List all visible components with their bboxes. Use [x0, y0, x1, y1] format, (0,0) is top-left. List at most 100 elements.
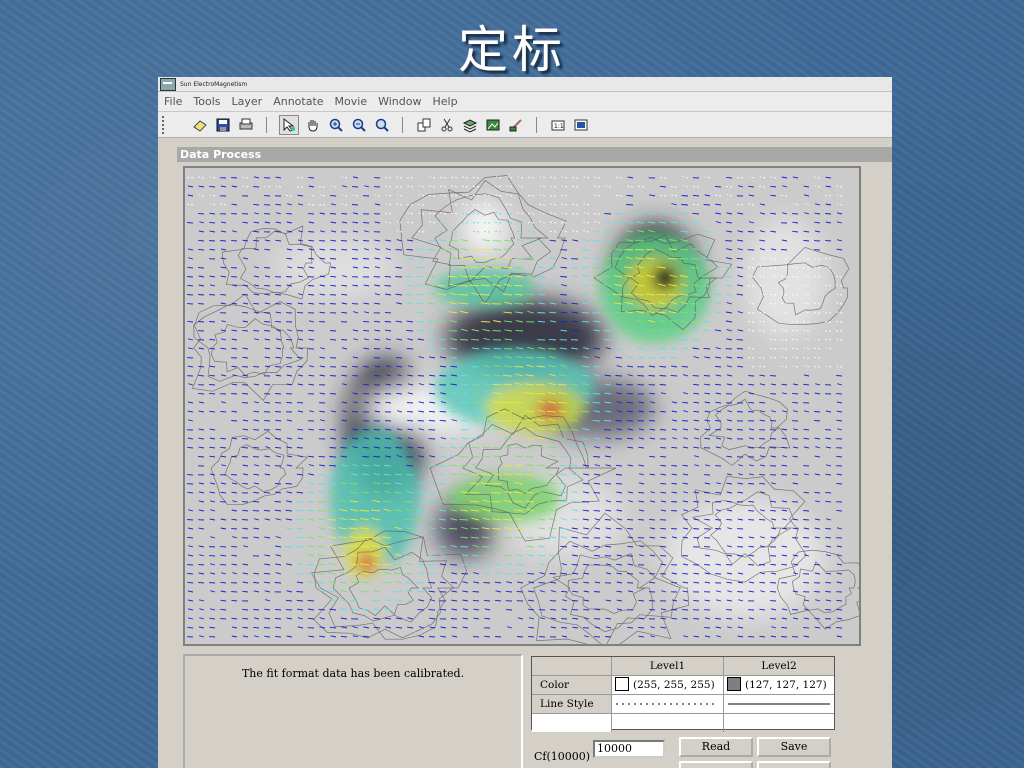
pan-hand-icon[interactable] [304, 116, 322, 134]
vector-arrow [264, 284, 271, 287]
level2-linestyle-cell[interactable] [724, 695, 834, 713]
vector-arrow [669, 347, 678, 350]
vector-arrow [571, 563, 579, 566]
vector-arrow [517, 636, 524, 638]
vector-arrow [352, 411, 359, 413]
copy-icon[interactable] [415, 116, 433, 134]
vector-arrow [253, 366, 260, 368]
vector-arrow [363, 329, 370, 332]
vector-arrow [460, 546, 469, 548]
menu-layer[interactable]: Layer [232, 95, 263, 108]
vector-arrow [330, 258, 337, 260]
color-row: Color (255, 255, 255) (127, 127, 127) [532, 676, 834, 695]
vector-arrow [242, 329, 249, 332]
menu-file[interactable]: File [164, 95, 182, 108]
vector-arrow [405, 582, 414, 584]
vector-arrow [275, 446, 282, 449]
fit-window-icon[interactable] [572, 116, 590, 134]
vector-arrow [318, 455, 326, 458]
vector-arrow [814, 591, 821, 593]
vector-arrow [613, 258, 623, 260]
menu-help[interactable]: Help [432, 95, 457, 108]
vector-arrow [285, 546, 293, 548]
vector-arrow [406, 248, 414, 251]
image-icon[interactable] [484, 116, 502, 134]
level1-linestyle-cell[interactable] [612, 695, 724, 713]
vector-arrow [836, 509, 843, 512]
level2-color-cell[interactable]: (127, 127, 127) [724, 676, 834, 694]
vector-arrow [231, 527, 238, 530]
vector-arrow [264, 330, 271, 332]
vector-arrow [581, 311, 590, 314]
window-titlebar[interactable]: Sun ElectroMagnetism [158, 77, 892, 92]
zoom-out-icon[interactable] [350, 116, 368, 134]
vector-arrow [703, 230, 711, 233]
menu-tools[interactable]: Tools [193, 95, 220, 108]
vector-arrow [560, 276, 568, 278]
select-arrow-icon[interactable] [279, 114, 299, 135]
vector-arrow [458, 293, 469, 296]
vector-arrow [550, 608, 557, 611]
cf-input[interactable]: 10000 [593, 740, 665, 758]
vector-arrow [681, 365, 689, 368]
vector-arrow [286, 276, 293, 278]
menu-movie[interactable]: Movie [335, 95, 368, 108]
partial-button-left[interactable] [679, 761, 753, 768]
vector-arrow [667, 257, 678, 260]
vector-arrow [671, 510, 678, 512]
vector-arrow [330, 338, 337, 341]
eraser-icon[interactable] [191, 116, 209, 134]
level1-color-swatch[interactable] [615, 677, 629, 691]
vector-arrow [231, 177, 238, 179]
vector-arrow [209, 240, 216, 242]
vector-arrow [549, 573, 557, 575]
vector-arrow [525, 302, 535, 305]
toolbar-grip[interactable] [162, 115, 167, 134]
level1-color-cell[interactable]: (255, 255, 255) [612, 676, 724, 694]
one-to-one-icon[interactable]: 1:1 [549, 116, 567, 134]
vector-arrow [469, 257, 480, 260]
vector-arrow [615, 212, 623, 215]
vector-arrow [198, 294, 205, 296]
cut-icon[interactable] [438, 116, 456, 134]
save-button[interactable]: Save [757, 737, 831, 757]
vector-arrow [253, 203, 260, 206]
vector-arrow [593, 456, 601, 458]
level2-color-swatch[interactable] [727, 677, 741, 691]
vector-arrow [495, 636, 502, 638]
vector-arrow [187, 294, 194, 296]
vector-arrow [781, 636, 788, 638]
menu-annotate[interactable]: Annotate [273, 95, 323, 108]
vector-arrow [242, 311, 249, 314]
vector-arrow [231, 393, 238, 395]
magnetogram-plot[interactable] [183, 166, 861, 646]
read-button[interactable]: Read [679, 737, 753, 757]
vector-arrow [384, 321, 392, 323]
vector-arrow [349, 492, 359, 494]
vector-arrow [536, 492, 546, 494]
save-icon[interactable] [214, 116, 232, 134]
vector-arrow [427, 563, 436, 566]
vector-arrow [459, 518, 469, 521]
menu-window[interactable]: Window [378, 95, 421, 108]
vector-arrow [690, 266, 700, 269]
layers-icon[interactable] [461, 116, 479, 134]
vector-arrow [637, 375, 645, 377]
partial-button-right[interactable] [757, 761, 831, 768]
vector-arrow [770, 509, 777, 512]
zoom-fit-icon[interactable] [373, 116, 391, 134]
vector-arrow [660, 482, 667, 485]
vector-arrow [693, 599, 700, 602]
vector-arrow [514, 302, 524, 305]
zoom-in-icon[interactable] [327, 116, 345, 134]
vector-arrow [352, 374, 359, 377]
vector-arrow [198, 563, 205, 566]
vector-arrow [649, 608, 656, 611]
brush-icon[interactable] [507, 116, 525, 134]
vector-arrow [681, 204, 689, 206]
color-label: Color [532, 676, 612, 694]
print-icon[interactable] [237, 116, 255, 134]
vector-arrow [450, 581, 458, 584]
vector-arrow [297, 401, 304, 404]
vector-arrow [187, 572, 194, 575]
